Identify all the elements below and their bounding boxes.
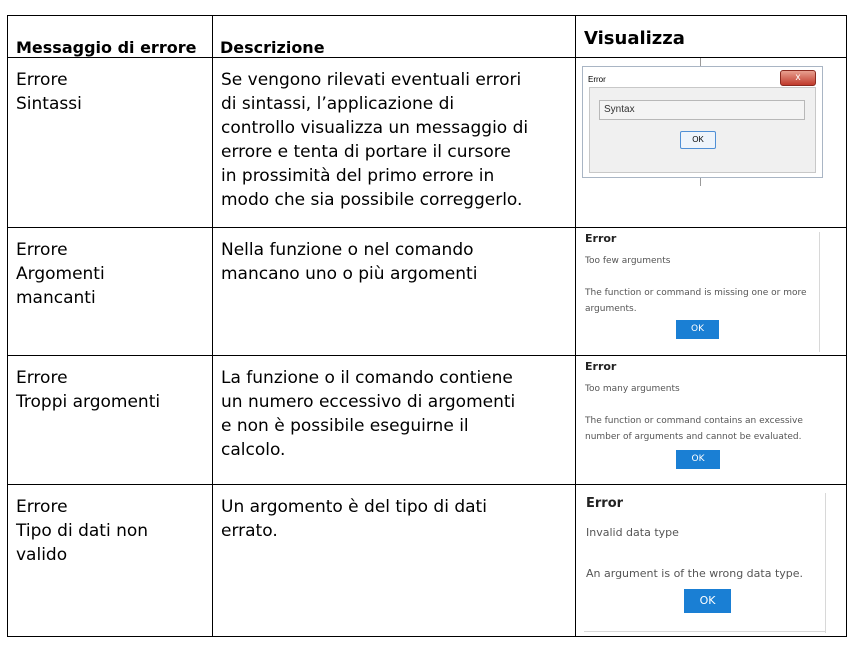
description-line: un numero eccessivo di argomenti (221, 392, 516, 412)
table-row: Errore Troppi argomenti La funzione o il… (7, 355, 847, 485)
ok-button[interactable]: OK (680, 131, 716, 149)
dialog-title: Error (586, 496, 624, 511)
table-row: Errore Sintassi Se vengono rilevati even… (7, 57, 847, 228)
dialog-detail: The function or command contains an exce… (585, 416, 803, 426)
description-line: controllo visualizza un messaggio di (221, 118, 529, 138)
description-line: mancano uno o più argomenti (221, 264, 478, 284)
table-row: Errore Tipo di dati non valido Un argome… (7, 484, 847, 637)
preview-cell: Error Too many arguments The function or… (575, 355, 847, 485)
too-many-arguments-dialog: Error Too many arguments The function or… (580, 360, 842, 478)
header-preview: Visualizza (575, 15, 847, 58)
dialog-message: Too many arguments (585, 384, 680, 394)
description-line: Nella funzione o nel comando (221, 240, 474, 260)
message-line: Errore (16, 240, 68, 260)
message-line: valido (16, 545, 68, 565)
description-line: La funzione o il comando contiene (221, 368, 513, 388)
dialog-message: Invalid data type (586, 526, 679, 539)
description-line: calcolo. (221, 440, 286, 460)
preview-cell: Error x Syntax OK (575, 57, 847, 228)
dialog-title: Error (585, 232, 617, 245)
error-text-field[interactable]: Syntax (599, 100, 805, 120)
message-line: Errore (16, 497, 68, 517)
message-cell: Errore Troppi argomenti (7, 355, 213, 485)
description-cell: Nella funzione o nel comando mancano uno… (212, 227, 576, 356)
preview-cell: Error Too few arguments The function or … (575, 227, 847, 356)
message-cell: Errore Sintassi (7, 57, 213, 228)
description-line: in prossimità del primo errore in (221, 166, 495, 186)
dialog-message: Too few arguments (585, 256, 671, 266)
ok-button[interactable]: OK (676, 320, 719, 339)
message-cell: Errore Tipo di dati non valido (7, 484, 213, 637)
ok-button[interactable]: OK (684, 589, 731, 613)
message-line: Troppi argomenti (16, 392, 161, 412)
divider (825, 493, 826, 633)
ok-button[interactable]: OK (676, 450, 720, 469)
too-few-arguments-dialog: Error Too few arguments The function or … (580, 232, 818, 350)
message-line: Errore (16, 368, 68, 388)
message-line: Tipo di dati non (16, 521, 149, 541)
dialog-detail: The function or command is missing one o… (585, 288, 807, 298)
description-line: errato. (221, 521, 278, 541)
description-line: modo che sia possibile correggerlo. (221, 190, 523, 210)
divider (700, 58, 701, 66)
message-line: Errore (16, 70, 68, 90)
divider (700, 178, 701, 186)
description-cell: Un argomento è del tipo di dati errato. (212, 484, 576, 637)
dialog-detail: arguments. (585, 304, 637, 314)
dialog-detail: number of arguments and cannot be evalua… (585, 432, 802, 442)
divider (584, 631, 825, 632)
table-row: Errore Argomenti mancanti Nella funzione… (7, 227, 847, 356)
description-line: Se vengono rilevati eventuali errori (221, 70, 522, 90)
description-cell: Se vengono rilevati eventuali errori di … (212, 57, 576, 228)
dialog-detail: An argument is of the wrong data type. (586, 567, 804, 580)
description-line: errore e tenta di portare il cursore (221, 142, 511, 162)
description-cell: La funzione o il comando contiene un num… (212, 355, 576, 485)
header-description: Descrizione (212, 15, 576, 58)
close-button[interactable]: x (780, 70, 816, 86)
error-messages-table: Messaggio di errore Descrizione Visualiz… (7, 15, 847, 637)
message-line: Argomenti (16, 264, 105, 284)
dialog-title: Error (588, 75, 606, 84)
preview-cell: Error Invalid data type An argument is o… (575, 484, 847, 637)
message-line: Sintassi (16, 94, 82, 114)
dialog-title: Error (585, 360, 617, 373)
message-cell: Errore Argomenti mancanti (7, 227, 213, 356)
description-line: di sintassi, l’applicazione di (221, 94, 455, 114)
header-message: Messaggio di errore (7, 15, 213, 58)
description-line: Un argomento è del tipo di dati (221, 497, 487, 517)
divider (819, 232, 820, 352)
message-line: mancanti (16, 288, 96, 308)
invalid-data-type-dialog: Error Invalid data type An argument is o… (584, 493, 824, 629)
syntax-error-dialog: Error x Syntax OK (582, 66, 823, 178)
dialog-body: Syntax OK (589, 87, 816, 173)
table-header-row: Messaggio di errore Descrizione Visualiz… (7, 15, 847, 58)
description-line: e non è possibile eseguirne il (221, 416, 469, 436)
